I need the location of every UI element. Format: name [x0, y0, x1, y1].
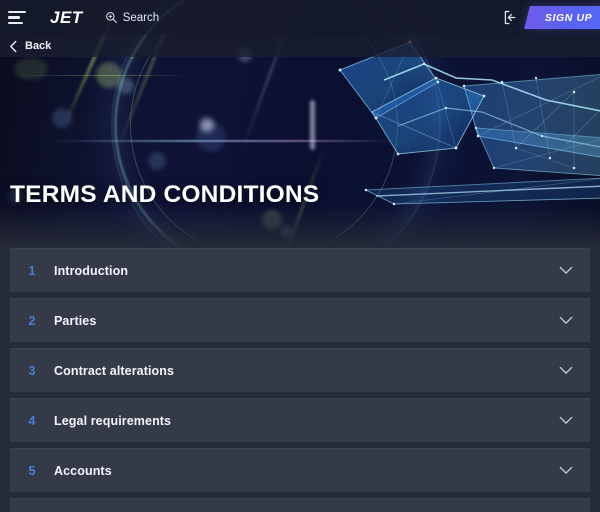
page-title: TERMS AND CONDITIONS: [10, 181, 320, 208]
chevron-down-icon[interactable]: [542, 366, 590, 375]
chevron-down-icon[interactable]: [542, 316, 590, 325]
back-label: Back: [25, 40, 52, 52]
accordion-item-label: Legal requirements: [54, 413, 172, 428]
accordion-item-label: Accounts: [54, 463, 112, 478]
accordion-item-number: 1: [28, 263, 36, 278]
accordion-item-label: Introduction: [54, 263, 129, 278]
accordion-item-legal-requirements[interactable]: 4 Legal requirements: [10, 398, 590, 442]
sign-up-label: SIGN UP: [544, 11, 592, 24]
accordion-item-label: Parties: [54, 313, 97, 328]
chevron-down-icon[interactable]: [542, 416, 590, 425]
bokeh-light: [200, 118, 214, 132]
accordion-item-number: 5: [28, 463, 36, 478]
accordion-item-accounts[interactable]: 5 Accounts: [10, 448, 590, 492]
accordion-item-introduction[interactable]: 1 Introduction: [10, 248, 590, 292]
search-label: Search: [122, 11, 160, 24]
bokeh-light: [148, 152, 166, 170]
accordion-item-next-partial[interactable]: [10, 498, 590, 512]
top-navigation-bar: JET Search SIGN UP: [0, 0, 600, 35]
login-arrow-icon: [504, 10, 516, 25]
accordion-item-contract-alterations[interactable]: 3 Contract alterations: [10, 348, 590, 392]
accordion-item-label: Contract alterations: [54, 363, 175, 378]
search-zoom-in-icon: [105, 12, 117, 24]
brand-logo[interactable]: JET: [50, 8, 83, 28]
accordion-item-number: 3: [28, 363, 36, 378]
bokeh-light: [14, 58, 48, 80]
terms-and-conditions-page: JET Search SIGN UP Back TERMS AND CONDIT…: [0, 0, 600, 512]
search-button[interactable]: Search: [105, 11, 159, 24]
hamburger-menu-icon[interactable]: [8, 10, 34, 25]
bokeh-light: [118, 78, 134, 94]
back-navigation-bar: Back: [0, 35, 600, 57]
sign-up-button[interactable]: SIGN UP: [523, 6, 600, 29]
chevron-left-icon: [10, 40, 17, 52]
hero-bottom-fade: [0, 204, 600, 250]
chevron-down-icon[interactable]: [542, 466, 590, 475]
accordion-item-number: 4: [28, 413, 36, 428]
chevron-down-icon[interactable]: [542, 266, 590, 275]
terms-accordion-list: 1 Introduction 2 Parties 3 Contract alte…: [0, 248, 600, 512]
bokeh-light: [52, 108, 72, 128]
accordion-item-parties[interactable]: 2 Parties: [10, 298, 590, 342]
login-button[interactable]: [502, 9, 519, 26]
back-button[interactable]: Back: [9, 40, 51, 53]
accordion-item-number: 2: [28, 313, 36, 328]
